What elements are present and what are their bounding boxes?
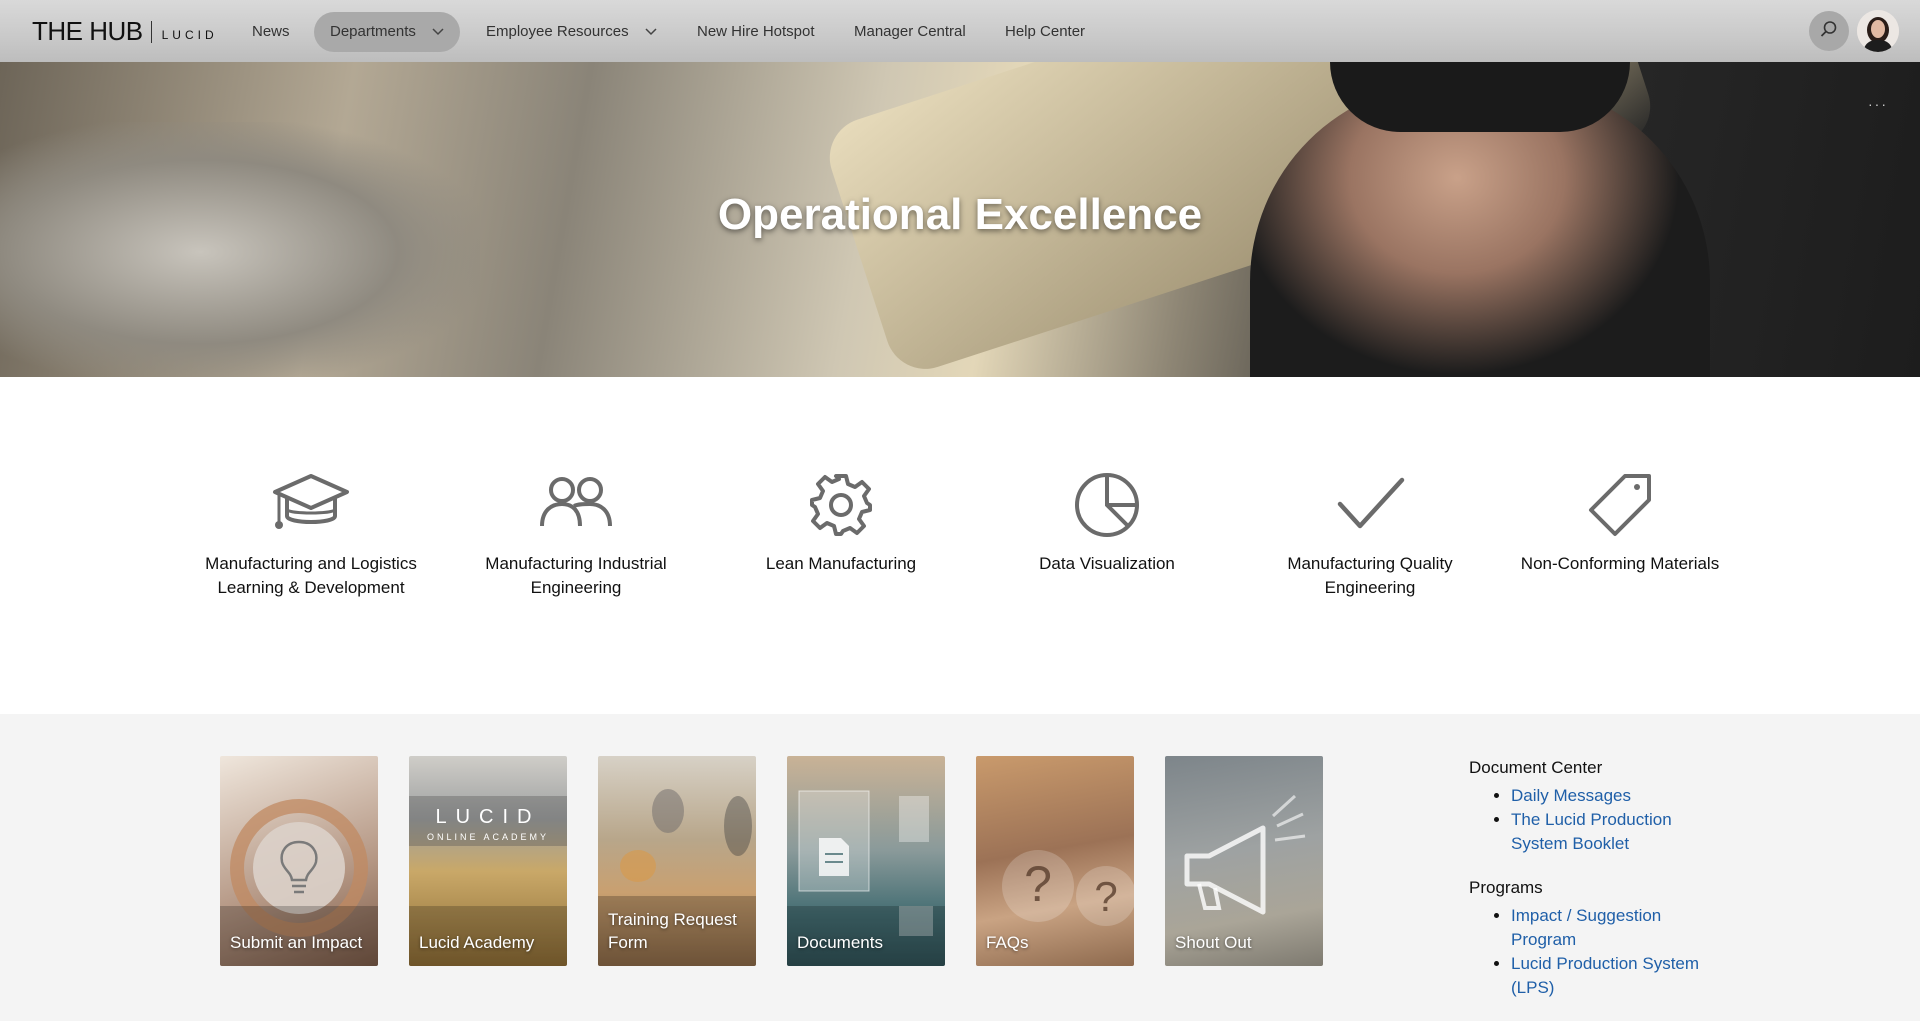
chevron-down-icon [432, 12, 444, 52]
chevron-down-icon [645, 12, 657, 52]
document-center-heading: Document Center [1469, 758, 1603, 777]
nav-item-label: New Hire Hotspot [697, 23, 815, 40]
tile-label: Training Request Form [608, 910, 737, 952]
programs-list: Impact / Suggestion Program Lucid Produc… [1469, 904, 1729, 1000]
people-icon [456, 470, 696, 552]
logo-divider [150, 20, 152, 43]
nav-item-departments[interactable]: Departments [314, 12, 460, 52]
dept-link-lean-manufacturing[interactable]: Lean Manufacturing [721, 470, 961, 576]
logo-text: THE HUB [32, 16, 143, 46]
gear-icon [721, 470, 961, 552]
search-button[interactable] [1809, 11, 1849, 51]
svg-text:?: ? [1094, 873, 1117, 920]
tile-label: FAQs [986, 933, 1029, 952]
dept-link-non-conforming-materials[interactable]: Non-Conforming Materials [1500, 470, 1740, 576]
top-navigation-bar: THE HUB LUCID News Departments Employee … [0, 0, 1920, 62]
more-options-icon[interactable]: ··· [1868, 96, 1888, 112]
nav-item-employee-resources[interactable]: Employee Resources [470, 12, 673, 52]
tile-logo-text: LUCID [435, 806, 541, 828]
dept-link-quality-engineering[interactable]: Manufacturing Quality Engineering [1250, 470, 1490, 600]
pie-chart-icon [987, 470, 1227, 552]
link-lucid-production-system[interactable]: Lucid Production System (LPS) [1511, 952, 1729, 1000]
dept-link-industrial-engineering[interactable]: Manufacturing Industrial Engineering [456, 470, 696, 600]
checkmark-icon [1250, 470, 1490, 552]
tile-shout-out[interactable]: Shout Out [1165, 756, 1323, 966]
lucid-brand-text: LUCID [161, 27, 218, 42]
the-hub-logo[interactable]: THE HUB LUCID [32, 16, 218, 47]
nav-item-new-hire-hotspot[interactable]: New Hire Hotspot [681, 12, 831, 52]
page-title: Operational Excellence [717, 189, 1203, 239]
nav-item-news[interactable]: News [236, 12, 306, 52]
tile-training-request-form[interactable]: Training Request Form [598, 756, 756, 966]
user-avatar[interactable] [1857, 10, 1899, 52]
search-icon [1820, 20, 1838, 43]
nav-item-label: Departments [330, 23, 416, 40]
graduation-cap-icon [191, 470, 431, 552]
dept-link-learning-development[interactable]: Manufacturing and Logistics Learning & D… [191, 470, 431, 600]
link-impact-suggestion-program[interactable]: Impact / Suggestion Program [1511, 904, 1729, 952]
tile-label: Submit an Impact [230, 933, 363, 952]
tile-label: Shout Out [1175, 933, 1252, 952]
link-production-system-booklet[interactable]: The Lucid Production System Booklet [1511, 808, 1729, 856]
dept-link-data-visualization[interactable]: Data Visualization [987, 470, 1227, 576]
link-daily-messages[interactable]: Daily Messages [1511, 784, 1729, 808]
dept-label: Manufacturing and Logistics Learning & D… [205, 554, 417, 597]
tile-faqs[interactable]: ? ? FAQs [976, 756, 1134, 966]
document-center-list: Daily Messages The Lucid Production Syst… [1469, 784, 1729, 856]
dept-label: Manufacturing Quality Engineering [1287, 554, 1453, 597]
svg-text:?: ? [1024, 856, 1052, 912]
nav-item-manager-central[interactable]: Manager Central [838, 12, 982, 52]
nav-item-label: Employee Resources [486, 23, 629, 40]
dept-label: Manufacturing Industrial Engineering [485, 554, 667, 597]
tile-label: Documents [797, 933, 883, 952]
tile-lucid-academy[interactable]: LUCID ONLINE ACADEMY Lucid Academy [409, 756, 567, 966]
tile-label: Lucid Academy [419, 933, 535, 952]
nav-item-label: Manager Central [854, 23, 966, 40]
nav-item-label: News [252, 23, 290, 40]
quick-links-sidebar: Document Center Daily Messages The Lucid… [1469, 756, 1729, 1020]
tile-submit-an-impact[interactable]: Submit an Impact [220, 756, 378, 966]
dept-label: Lean Manufacturing [765, 554, 917, 573]
nav-item-label: Help Center [1005, 23, 1086, 40]
dept-label: Data Visualization [1039, 554, 1175, 573]
tag-icon [1500, 470, 1740, 552]
nav-item-help-center[interactable]: Help Center [989, 12, 1101, 52]
tile-logo-subtext: ONLINE ACADEMY [426, 832, 550, 842]
dept-label: Non-Conforming Materials [1520, 554, 1720, 573]
programs-heading: Programs [1469, 878, 1543, 897]
tile-documents[interactable]: Documents [787, 756, 945, 966]
hero-banner: Operational Excellence ··· [0, 62, 1920, 377]
